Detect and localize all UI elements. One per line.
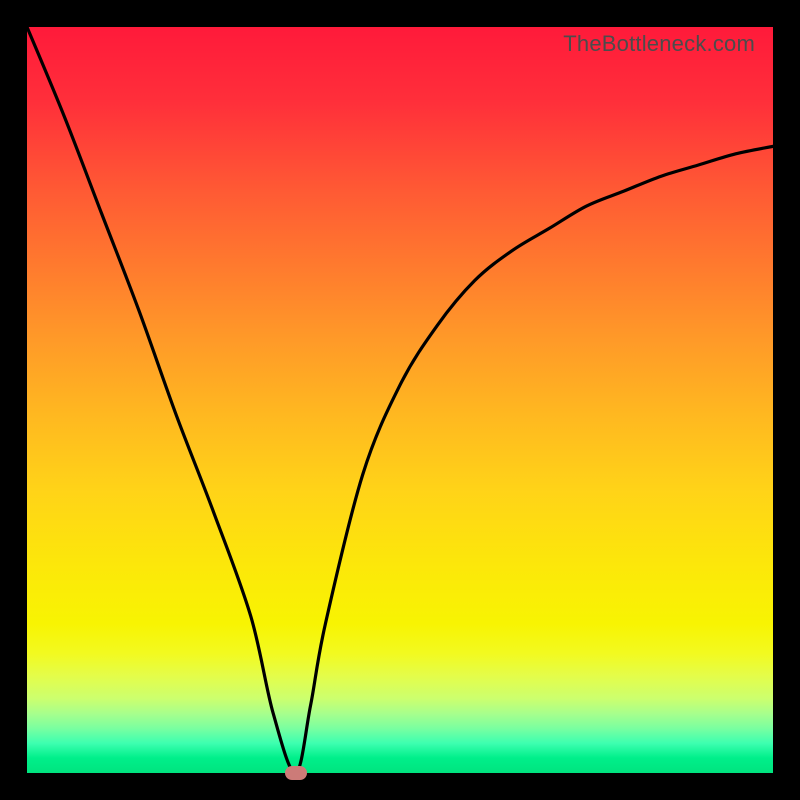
plot-area: TheBottleneck.com: [27, 27, 773, 773]
optimal-marker: [285, 766, 307, 780]
bottleneck-curve: [27, 27, 773, 773]
chart-frame: TheBottleneck.com: [0, 0, 800, 800]
